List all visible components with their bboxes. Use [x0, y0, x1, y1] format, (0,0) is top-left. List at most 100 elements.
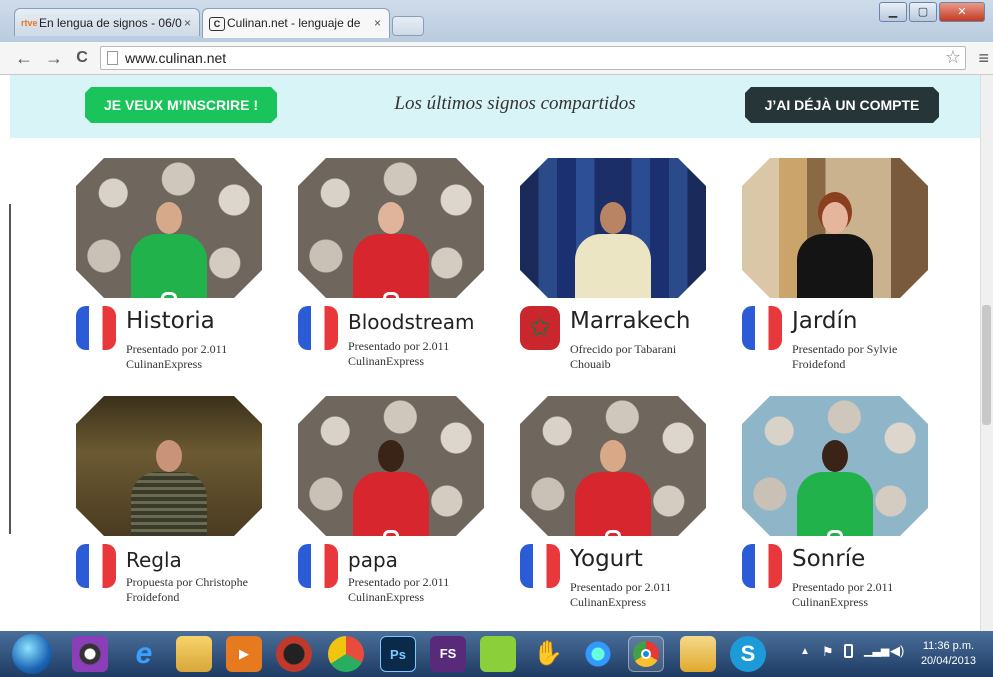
- address-bar[interactable]: www.culinan.net ☆: [100, 46, 966, 70]
- sign-card-regla[interactable]: Regla Propuesta por Christophe Froidefond: [76, 396, 266, 626]
- scrollbar-thumb[interactable]: [982, 305, 991, 425]
- record-app-icon[interactable]: [276, 636, 312, 672]
- sign-word[interactable]: Regla: [126, 548, 182, 572]
- signer-figure: [797, 194, 873, 298]
- sign-author: Presentado por 2.011 CulinanExpress: [570, 580, 672, 609]
- signer-figure: [353, 432, 429, 536]
- sign-word[interactable]: Yogurt: [570, 546, 643, 572]
- internet-explorer-icon[interactable]: e: [126, 636, 162, 672]
- battery-icon[interactable]: [844, 644, 853, 658]
- start-button[interactable]: [12, 634, 52, 674]
- sign-card-historia[interactable]: Historia Presentado por 2.011 CulinanExpr…: [76, 158, 266, 388]
- video-thumbnail[interactable]: [520, 396, 706, 536]
- signer-figure: [797, 432, 873, 536]
- people-app-icon[interactable]: [580, 636, 616, 672]
- sign-card-sonrie[interactable]: Sonríe Presentado por 2.011 CulinanExpres…: [742, 396, 932, 626]
- video-thumbnail[interactable]: [76, 158, 262, 298]
- sign-author: Presentado por Sylvie Froidefond: [792, 342, 898, 371]
- tab-close-icon[interactable]: ×: [374, 9, 381, 37]
- sign-word[interactable]: papa: [348, 548, 398, 572]
- url-text: www.culinan.net: [125, 50, 227, 66]
- video-thumbnail[interactable]: [298, 396, 484, 536]
- tab-culinan[interactable]: C Culinan.net - lenguaje de ×: [202, 8, 390, 38]
- picasa-icon[interactable]: [328, 636, 364, 672]
- media-player-icon[interactable]: [72, 636, 108, 672]
- volume-icon[interactable]: ◀): [890, 643, 904, 659]
- chrome-icon: [633, 641, 659, 667]
- flag-france-icon: [742, 306, 782, 350]
- video-thumbnail[interactable]: [742, 396, 928, 536]
- close-window-icon[interactable]: ✕: [939, 2, 985, 22]
- tab-rtve[interactable]: rtve En lengua de signos - 06/0 ×: [14, 8, 200, 36]
- fs-app-icon[interactable]: FS: [430, 636, 466, 672]
- page-header: JE VEUX M’INSCRIRE ! Los últimos signos …: [10, 75, 993, 138]
- sign-card-bloodstream[interactable]: Bloodstream Presentado por 2.011 CulinanE…: [298, 158, 488, 388]
- minimize-icon[interactable]: ▁: [879, 2, 907, 22]
- video-thumbnail[interactable]: [76, 396, 262, 536]
- flag-france-icon: [742, 544, 782, 588]
- forward-arrow-icon[interactable]: →: [44, 48, 64, 68]
- sign-word[interactable]: Historia: [126, 308, 215, 334]
- sign-card-yogurt[interactable]: Yogurt Presentado por 2.011 CulinanExpres…: [520, 396, 710, 626]
- chrome-taskbar-button[interactable]: [628, 636, 664, 672]
- sign-card-jardin[interactable]: Jardín Presentado por Sylvie Froidefond: [742, 158, 932, 388]
- windows-taskbar: e ▶ Ps FS ✋ S ▲ ⚑ ▁▃▅ ◀) 11:36 p.m. 20/04…: [0, 631, 993, 677]
- reload-icon[interactable]: C: [72, 48, 92, 68]
- file-explorer-icon[interactable]: [176, 636, 212, 672]
- flag-morocco-icon: ✩: [520, 306, 560, 350]
- sign-card-marrakech[interactable]: ✩ Marrakech Ofrecido por Tabarani Chouaib: [520, 158, 710, 388]
- vertical-scrollbar[interactable]: [980, 75, 993, 631]
- tab-close-icon[interactable]: ×: [184, 9, 191, 36]
- flag-tray-icon[interactable]: ⚑: [822, 644, 834, 660]
- left-edge-line: [9, 204, 11, 534]
- sign-author: Presentado por 2.011 CulinanExpress: [126, 342, 228, 371]
- page-icon: [107, 51, 118, 65]
- sign-word[interactable]: Marrakech: [570, 308, 690, 334]
- window-controls: ▁ ▢ ✕: [879, 2, 985, 22]
- new-tab-button[interactable]: [392, 16, 424, 36]
- flag-france-icon: [298, 306, 338, 350]
- video-thumbnail[interactable]: [298, 158, 484, 298]
- sign-word[interactable]: Jardín: [792, 308, 858, 334]
- skype-icon[interactable]: S: [730, 636, 766, 672]
- sign-author: Presentado por 2.011 CulinanExpress: [792, 580, 894, 609]
- signup-button[interactable]: JE VEUX M’INSCRIRE !: [85, 87, 277, 123]
- login-button[interactable]: J’AI DÉJÀ UN COMPTE: [745, 87, 939, 123]
- video-thumbnail[interactable]: [520, 158, 706, 298]
- video-thumbnail[interactable]: [742, 158, 928, 298]
- culinan-favicon-icon: C: [209, 17, 225, 31]
- web-page: JE VEUX M’INSCRIRE ! Los últimos signos …: [0, 75, 993, 631]
- sign-word[interactable]: Bloodstream: [348, 310, 475, 334]
- maximize-icon[interactable]: ▢: [909, 2, 937, 22]
- tab-label: En lengua de signos - 06/0: [39, 16, 182, 30]
- hand-app-icon[interactable]: ✋: [530, 636, 566, 672]
- clock[interactable]: 11:36 p.m. 20/04/2013: [921, 639, 976, 669]
- sign-author: Presentado por 2.011 CulinanExpress: [348, 575, 450, 604]
- signer-figure: [575, 432, 651, 536]
- chrome-menu-icon[interactable]: ≡: [978, 48, 989, 69]
- green-app-icon[interactable]: [480, 636, 516, 672]
- media-app-icon[interactable]: ▶: [226, 636, 262, 672]
- signal-icon[interactable]: ▁▃▅: [864, 644, 889, 657]
- sticky-notes-icon[interactable]: [680, 636, 716, 672]
- photoshop-icon[interactable]: Ps: [380, 636, 416, 672]
- rtve-favicon-icon: rtve: [21, 18, 38, 28]
- sign-author: Propuesta por Christophe Froidefond: [126, 575, 248, 604]
- flag-france-icon: [298, 544, 338, 588]
- tab-label: Culinan.net - lenguaje de: [227, 16, 361, 30]
- back-arrow-icon[interactable]: ←: [14, 48, 34, 68]
- signer-figure: [575, 194, 651, 298]
- system-tray: ▲ ⚑ ▁▃▅ ◀) 11:36 p.m. 20/04/2013: [790, 631, 990, 677]
- flag-france-icon: [520, 544, 560, 588]
- signer-figure: [131, 194, 207, 298]
- bookmark-star-icon[interactable]: ☆: [945, 47, 961, 68]
- browser-toolbar: ← → C www.culinan.net ☆ ≡: [0, 42, 993, 75]
- flag-france-icon: [76, 544, 116, 588]
- sign-author: Ofrecido por Tabarani Chouaib: [570, 342, 677, 371]
- sign-word[interactable]: Sonríe: [792, 546, 865, 572]
- signer-figure: [353, 194, 429, 298]
- flag-france-icon: [76, 306, 116, 350]
- tab-strip: rtve En lengua de signos - 06/0 × C Culi…: [0, 0, 993, 42]
- sign-card-papa[interactable]: papa Presentado por 2.011 CulinanExpress: [298, 396, 488, 626]
- tray-expand-icon[interactable]: ▲: [800, 646, 810, 657]
